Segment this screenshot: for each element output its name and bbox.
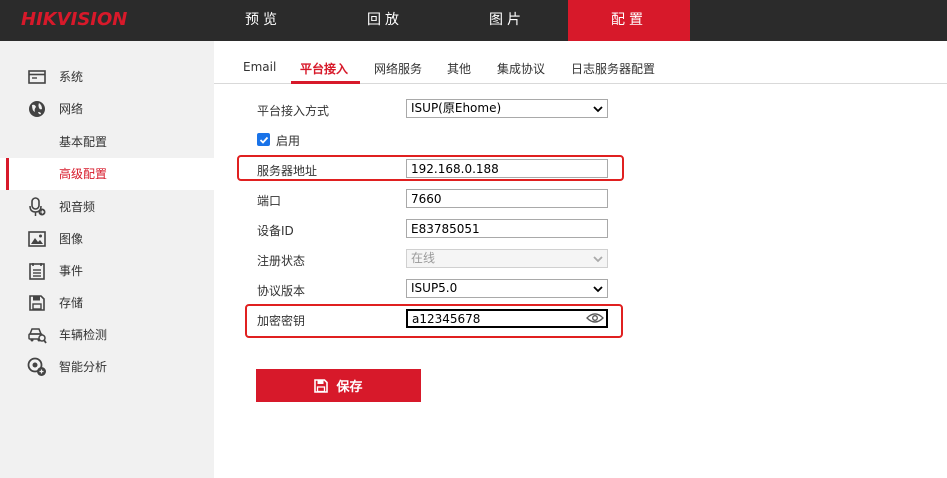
- access-mode-select[interactable]: ISUP(原Ehome): [406, 99, 608, 118]
- access-mode-value: ISUP(原Ehome): [411, 101, 502, 115]
- nav-configuration[interactable]: 配置: [568, 0, 690, 41]
- sidebar-item-advanced-config[interactable]: 高级配置: [0, 158, 214, 190]
- sidebar-item-label: 基本配置: [59, 135, 108, 149]
- checkmark-icon: [259, 136, 268, 144]
- port-label: 端口: [257, 194, 282, 208]
- save-button-label: 保存: [336, 379, 363, 394]
- sidebar-item-label: 系统: [59, 70, 84, 84]
- sidebar-item-label: 高级配置: [59, 167, 108, 181]
- sidebar: 系统 网络 基本配置 高级配置 视音频 图像 事件 存储 车辆检测 智能分析: [0, 41, 214, 478]
- active-tab-underline: [291, 81, 360, 84]
- server-address-label: 服务器地址: [257, 164, 318, 178]
- microphone-icon: [27, 197, 47, 216]
- register-status-select: 在线: [406, 249, 608, 268]
- tab-platform-access[interactable]: 平台接入: [300, 60, 348, 77]
- globe-icon: [27, 100, 47, 118]
- save-button[interactable]: 保存: [256, 369, 421, 402]
- image-icon: [27, 230, 47, 248]
- window-icon: [27, 68, 47, 86]
- port-input[interactable]: [406, 189, 608, 208]
- protocol-version-value: ISUP5.0: [411, 281, 458, 295]
- tab-other[interactable]: 其他: [447, 60, 471, 77]
- floppy-icon: [314, 378, 329, 393]
- chevron-down-icon: [593, 105, 603, 112]
- tab-email[interactable]: Email: [243, 60, 276, 74]
- sidebar-item-label: 车辆检测: [59, 328, 108, 342]
- sidebar-item-basic-config[interactable]: 基本配置: [0, 126, 214, 158]
- sidebar-item-vehicle-detection[interactable]: 车辆检测: [0, 319, 214, 351]
- enable-checkbox[interactable]: [257, 133, 270, 146]
- tab-integration-protocol[interactable]: 集成协议: [497, 60, 545, 77]
- nav-preview[interactable]: 预览: [202, 0, 324, 41]
- protocol-version-select[interactable]: ISUP5.0: [406, 279, 608, 298]
- hikvision-logo: HIKVISION: [21, 9, 128, 30]
- device-id-label: 设备ID: [257, 224, 294, 238]
- sidebar-item-label: 智能分析: [59, 360, 108, 374]
- encryption-key-input[interactable]: [406, 309, 608, 328]
- sidebar-item-label: 事件: [59, 264, 84, 278]
- enable-label: 启用: [276, 134, 301, 148]
- vehicle-search-icon: [27, 326, 47, 344]
- device-id-input[interactable]: [406, 219, 608, 238]
- config-tabs: Email 平台接入 网络服务 其他 集成协议 日志服务器配置: [214, 41, 947, 84]
- sidebar-item-label: 网络: [59, 102, 84, 116]
- register-status-value: 在线: [411, 251, 436, 265]
- sidebar-item-image[interactable]: 图像: [0, 223, 214, 255]
- chevron-down-icon: [593, 255, 603, 262]
- top-bar: HIKVISION 预览 回放 图片 配置: [0, 0, 947, 41]
- sidebar-item-label: 图像: [59, 232, 84, 246]
- chevron-down-icon: [593, 285, 603, 292]
- sidebar-item-smart-analysis[interactable]: 智能分析: [0, 351, 214, 383]
- floppy-icon: [27, 294, 47, 312]
- sidebar-item-system[interactable]: 系统: [0, 61, 214, 93]
- access-mode-label: 平台接入方式: [257, 104, 330, 118]
- tab-network-service[interactable]: 网络服务: [374, 60, 422, 77]
- nav-picture[interactable]: 图片: [446, 0, 568, 41]
- register-status-label: 注册状态: [257, 254, 306, 268]
- server-address-input[interactable]: [406, 159, 608, 178]
- sidebar-item-video-audio[interactable]: 视音频: [0, 191, 214, 223]
- main-nav: 预览 回放 图片 配置: [202, 0, 690, 41]
- sidebar-item-label: 视音频: [59, 200, 96, 214]
- nav-playback[interactable]: 回放: [324, 0, 446, 41]
- eye-icon[interactable]: [586, 312, 604, 324]
- encryption-key-label: 加密密钥: [257, 314, 306, 328]
- sidebar-item-event[interactable]: 事件: [0, 255, 214, 287]
- tab-log-server-config[interactable]: 日志服务器配置: [571, 60, 655, 77]
- sidebar-item-label: 存储: [59, 296, 84, 310]
- smart-analysis-icon: [27, 357, 47, 376]
- event-list-icon: [27, 262, 47, 280]
- sidebar-item-network[interactable]: 网络: [0, 93, 214, 125]
- protocol-version-label: 协议版本: [257, 284, 306, 298]
- sidebar-item-storage[interactable]: 存储: [0, 287, 214, 319]
